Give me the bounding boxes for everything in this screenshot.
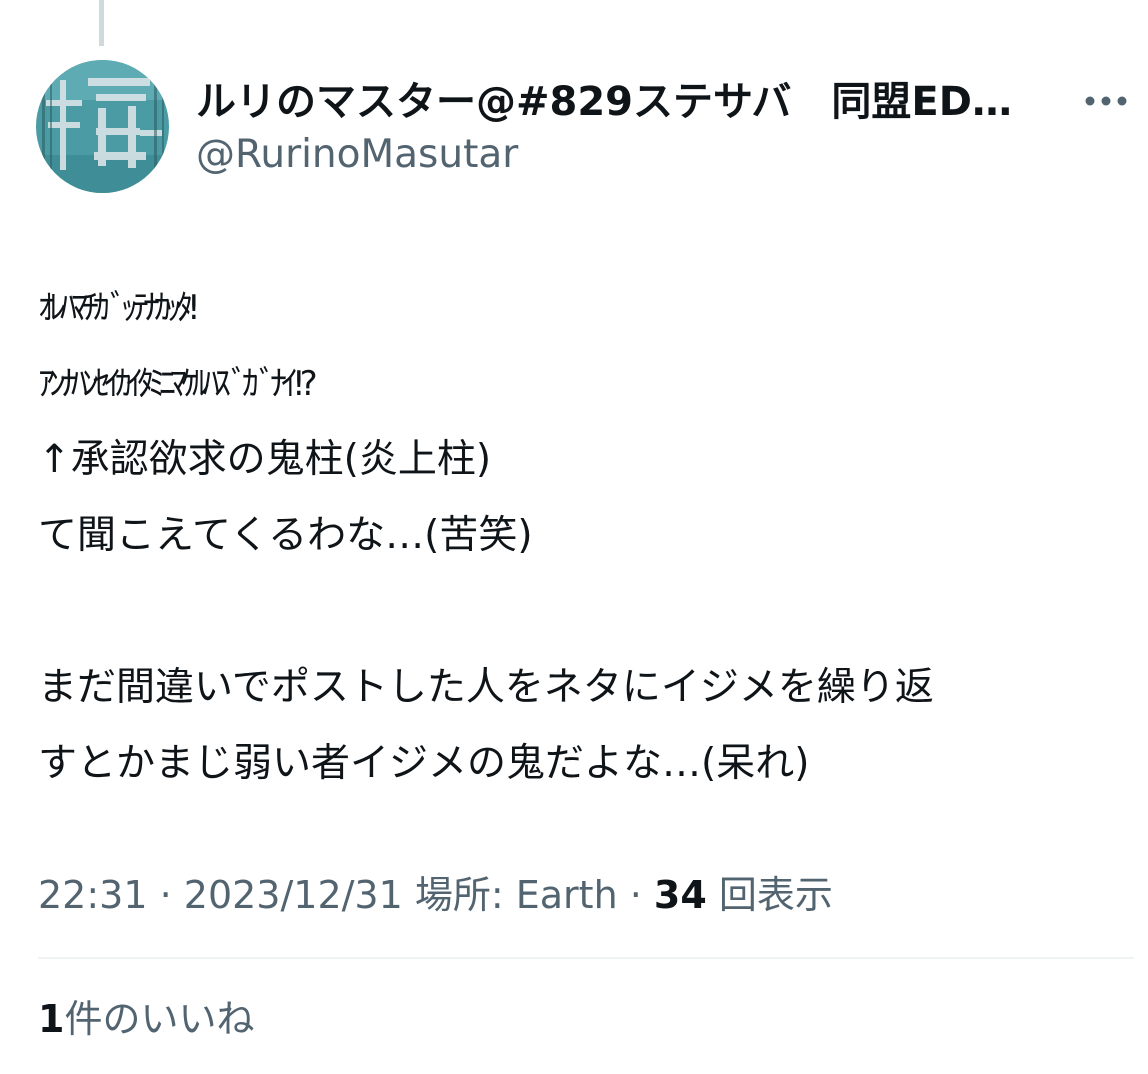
tweet-location: Earth — [515, 873, 618, 917]
views-label[interactable]: 回表示 — [707, 873, 833, 917]
tweet-line: まだ間違いでポストした人をネタにイジメを繰り返 — [38, 665, 934, 710]
more-horizontal-icon — [1085, 96, 1127, 106]
tweet-line: すとかまじ弱い者イジメの鬼だよな…(呆れ) — [38, 741, 810, 786]
tweet-line: ｵﾚﾊﾏﾁｶﾞｯﾃﾅｶｯﾀ! — [38, 288, 201, 328]
tweet-date[interactable]: 2023/12/31 — [184, 873, 403, 917]
location-label: 場所: — [402, 873, 516, 917]
divider — [38, 957, 1134, 959]
tweet-line: ｱﾝﾅﾊﾝｾｲｶｲﾀﾐﾆﾏｹﾙﾊｽﾞｶﾞﾅｲ!? — [38, 364, 318, 404]
tweet-time[interactable]: 22:31 — [38, 873, 148, 917]
tweet-text: ｵﾚﾊﾏﾁｶﾞｯﾃﾅｶｯﾀ! ｱﾝﾅﾊﾝｾｲｶｲﾀﾐﾆﾏｹﾙﾊｽﾞｶﾞﾅｲ!? … — [38, 270, 1143, 802]
thread-connector-line — [99, 0, 104, 46]
likes-label: 件のいいね — [64, 997, 255, 1041]
author-display-name[interactable]: ルリのマスター@#829ステサバ 同盟ED… — [196, 76, 1056, 128]
views-count[interactable]: 34 — [654, 873, 707, 917]
author-avatar[interactable] — [36, 60, 169, 193]
avatar-kanji-stamp-icon — [36, 60, 169, 193]
meta-separator: · — [617, 873, 654, 917]
tweet-metadata: 22:31 · 2023/12/31 場所: Earth · 34 回表示 — [38, 870, 833, 920]
more-options-button[interactable] — [1078, 78, 1134, 124]
likes-count: 1 — [38, 997, 65, 1041]
tweet-line: ↑承認欲求の鬼柱(炎上柱) — [38, 437, 492, 482]
likes-summary[interactable]: 1件のいいね — [38, 994, 254, 1044]
tweet-line: て聞こえてくるわな…(苦笑) — [38, 513, 533, 558]
author-handle[interactable]: @RurinoMasutar — [196, 130, 518, 180]
meta-separator: · — [147, 873, 184, 917]
